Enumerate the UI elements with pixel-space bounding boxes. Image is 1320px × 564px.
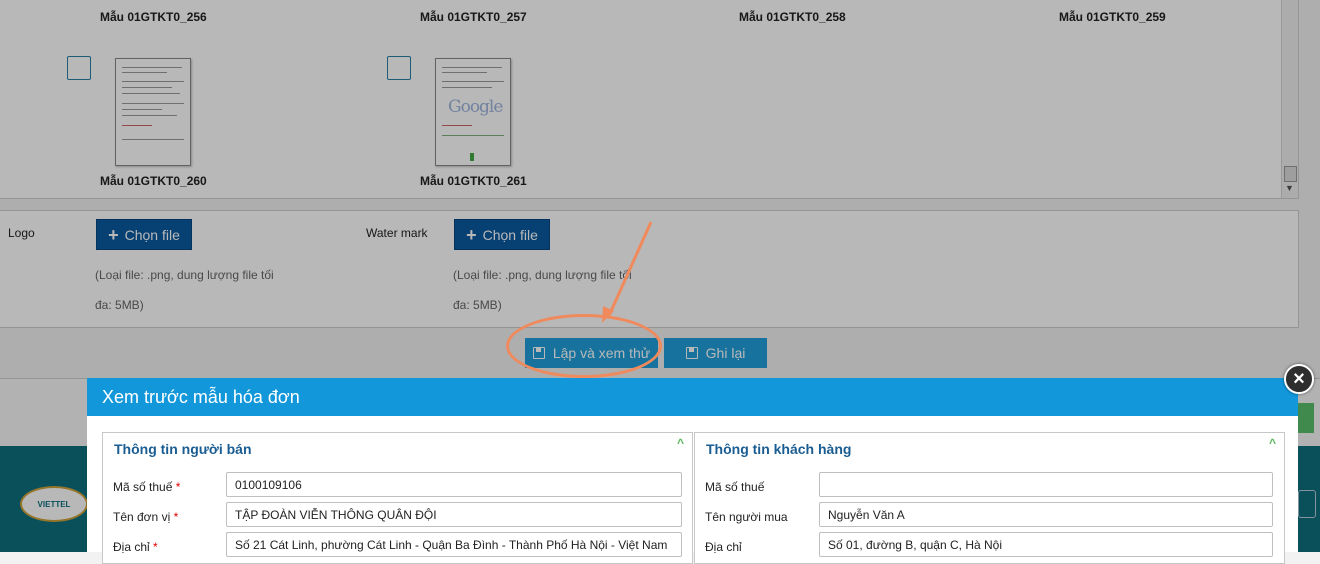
seller-unit-name-field[interactable]: TẬP ĐOÀN VIỄN THÔNG QUÂN ĐỘI [226,502,682,527]
buyer-tax-code-label: Mã số thuế [705,480,765,494]
seller-tax-code-field[interactable]: 0100109106 [226,472,682,497]
buyer-section-title: Thông tin khách hàng [706,441,852,457]
buyer-tax-code-field[interactable] [819,472,1273,497]
buyer-name-field[interactable]: Nguyễn Văn A [819,502,1273,527]
seller-unit-name-label: Tên đơn vị * [113,510,179,524]
annotation-highlight [506,314,662,378]
seller-section: Thông tin người bán ^ Mã số thuế * 01001… [102,432,693,564]
page: Mẫu 01GTKT0_256 Mẫu 01GTKT0_257 Mẫu 01GT… [0,0,1320,564]
modal-title: Xem trước mẫu hóa đơn [87,378,1298,416]
seller-tax-code-label: Mã số thuế * [113,480,181,494]
seller-address-field[interactable]: Số 21 Cát Linh, phường Cát Linh - Quận B… [226,532,682,557]
seller-section-title: Thông tin người bán [114,441,252,457]
close-icon[interactable]: × [1284,364,1314,394]
buyer-address-field[interactable]: Số 01, đường B, quận C, Hà Nội [819,532,1273,557]
chevron-up-icon[interactable]: ^ [1269,436,1276,450]
preview-modal: Xem trước mẫu hóa đơn Thông tin người bá… [87,378,1298,564]
chevron-up-icon[interactable]: ^ [677,436,684,450]
buyer-section: Thông tin khách hàng ^ Mã số thuế Tên ng… [694,432,1285,564]
buyer-name-label: Tên người mua [705,510,788,524]
